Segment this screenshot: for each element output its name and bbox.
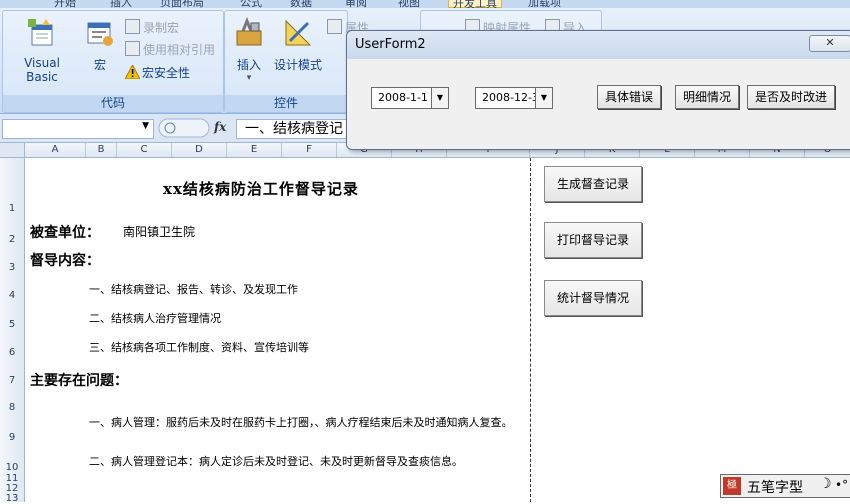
visual-basic-button[interactable]: Visual Basic (7, 17, 77, 84)
end-date-combo[interactable]: 2008-12-31 ▼ (475, 87, 553, 109)
row-header[interactable]: 5 (0, 319, 24, 330)
relative-reference-button[interactable]: 使用相对引用 (125, 41, 215, 58)
row-header[interactable]: 7 (0, 375, 24, 386)
column-header[interactable]: D (172, 143, 227, 157)
relative-reference-label: 使用相对引用 (143, 43, 216, 57)
visual-basic-label: Visual Basic (24, 56, 60, 84)
problem-item-1: 一、病人管理：服药后未及时在服药卡上打圈，、病人疗程结束后未及时通知病人复查。 (89, 416, 513, 429)
row-header[interactable]: 1 (0, 203, 24, 214)
column-header[interactable]: C (117, 143, 172, 157)
name-box-dropdown-icon[interactable]: ▼ (142, 121, 149, 131)
tab-add-ins[interactable]: 加载项 (528, 0, 561, 8)
macros-label: 宏 (93, 58, 106, 72)
tab-view[interactable]: 视图 (398, 0, 420, 8)
relative-reference-icon (125, 41, 140, 56)
ime-toolbar[interactable]: 極 五笔字型 ☽ •° (720, 474, 850, 498)
content-item-1: 一、结核病登记、报告、转诊、及发现工作 (89, 283, 298, 296)
stats-button[interactable]: 统计督导情况 (544, 280, 642, 316)
row-header[interactable]: 13 (0, 493, 24, 504)
close-button[interactable]: ✕ (809, 35, 850, 52)
toolbox-icon (236, 16, 262, 46)
chevron-down-icon[interactable]: ▼ (431, 88, 448, 108)
record-macro-icon (125, 19, 140, 34)
problem-item-2: 二、病人管理登记本：病人定诊后未及时登记、未及时更新督导及查痰信息。 (89, 455, 463, 468)
content-label: 督导内容： (30, 253, 100, 269)
ime-logo-icon[interactable]: 極 (723, 477, 741, 495)
design-mode-button[interactable]: 设计模式 (271, 17, 325, 73)
close-icon: ✕ (825, 36, 835, 49)
row-header[interactable]: 2 (0, 234, 24, 245)
ribbon-tab-strip: 开始 插入 页面布局 公式 数据 审阅 视图 开发工具 加载项 (0, 0, 850, 8)
tab-page-layout[interactable]: 页面布局 (160, 0, 204, 8)
row-header[interactable]: 4 (0, 290, 24, 301)
warning-icon (124, 63, 141, 80)
insert-control-button[interactable]: 插入 ▾ (229, 16, 269, 83)
userform-window[interactable]: UserForm2 ✕ 2008-1-1 ▼ 2008-12-31 ▼ 具体错误… (346, 30, 850, 150)
insert-control-label: 插入 (236, 58, 261, 72)
column-header[interactable]: B (86, 143, 117, 157)
code-group-label: 代码 (3, 95, 223, 112)
row-header[interactable]: 8 (0, 402, 24, 413)
column-header[interactable]: F (282, 143, 337, 157)
macros-icon (87, 22, 113, 46)
tab-formulas[interactable]: 公式 (240, 0, 262, 8)
chevron-down-icon[interactable]: ▼ (535, 88, 552, 108)
page-break-line (530, 158, 531, 502)
tab-insert[interactable]: 插入 (110, 0, 132, 8)
controls-group-label: 控件 (225, 95, 347, 112)
half-width-moon-icon[interactable]: ☽ (819, 476, 832, 492)
record-macro-label: 录制宏 (143, 21, 180, 35)
macros-button[interactable]: 宏 (83, 17, 117, 73)
design-mode-label: 设计模式 (273, 58, 322, 72)
controls-group: 插入 ▾ 设计模式 属性 控件 (224, 10, 369, 113)
visual-basic-icon (28, 19, 53, 46)
tab-developer[interactable]: 开发工具 (448, 0, 502, 8)
tab-review[interactable]: 审阅 (345, 0, 367, 8)
record-macro-button[interactable]: 录制宏 (125, 19, 179, 36)
userform-titlebar[interactable]: UserForm2 ✕ (347, 31, 850, 59)
problems-label: 主要存在问题： (30, 373, 128, 389)
row-headers: 1 2 3 4 5 6 7 8 9 10 11 12 13 (0, 158, 25, 504)
select-all-corner[interactable] (0, 143, 25, 157)
insert-dropdown-arrow-icon: ▾ (246, 73, 252, 83)
worksheet[interactable]: xx结核病防治工作督导记录 被查单位： 南阳镇卫生院 督导内容： 一、结核病登记… (25, 158, 850, 502)
macro-security-label: 宏安全性 (142, 66, 191, 80)
userform-body: 2008-1-1 ▼ 2008-12-31 ▼ 具体错误 明细情况 是否及时改进 (353, 61, 849, 143)
userform-title: UserForm2 (355, 37, 426, 52)
document-title: xx结核病防治工作督导记录 (163, 180, 359, 198)
ime-mode-label[interactable]: 五笔字型 (747, 477, 803, 497)
formula-scroll-icon[interactable] (158, 118, 210, 138)
row-header[interactable]: 10 (0, 462, 24, 473)
properties-icon (327, 19, 342, 34)
fx-icon[interactable]: fx (214, 120, 226, 134)
column-header[interactable]: E (227, 143, 282, 157)
content-item-3: 三、结核病各项工作制度、资料、宣传培训等 (89, 341, 309, 354)
tab-data[interactable]: 数据 (290, 0, 312, 8)
row-header[interactable]: 6 (0, 347, 24, 358)
details-button[interactable]: 明细情况 (675, 85, 739, 109)
name-box[interactable]: ▼ (2, 119, 154, 139)
generate-record-button[interactable]: 生成督查记录 (544, 166, 642, 202)
row-header[interactable]: 9 (0, 432, 24, 443)
timely-improvement-button[interactable]: 是否及时改进 (747, 85, 835, 109)
code-group: Visual Basic 宏 录制宏 使用相对引用 宏安全性 代码 (2, 10, 224, 113)
inspected-unit-label: 被查单位： (30, 225, 100, 241)
row-header[interactable]: 3 (0, 262, 24, 273)
punctuation-icon[interactable]: •° (835, 478, 848, 492)
print-record-button[interactable]: 打印督导记录 (544, 222, 642, 258)
design-mode-icon (285, 19, 312, 46)
tab-home[interactable]: 开始 (54, 0, 76, 8)
inspected-unit-value: 南阳镇卫生院 (123, 225, 196, 239)
start-date-combo[interactable]: 2008-1-1 ▼ (371, 87, 449, 109)
content-item-2: 二、结核病人治疗管理情况 (89, 312, 221, 325)
start-date-value: 2008-1-1 (378, 91, 428, 104)
specific-errors-button[interactable]: 具体错误 (597, 85, 661, 109)
column-header[interactable]: A (25, 143, 86, 157)
macro-security-button[interactable]: 宏安全性 (124, 63, 191, 81)
